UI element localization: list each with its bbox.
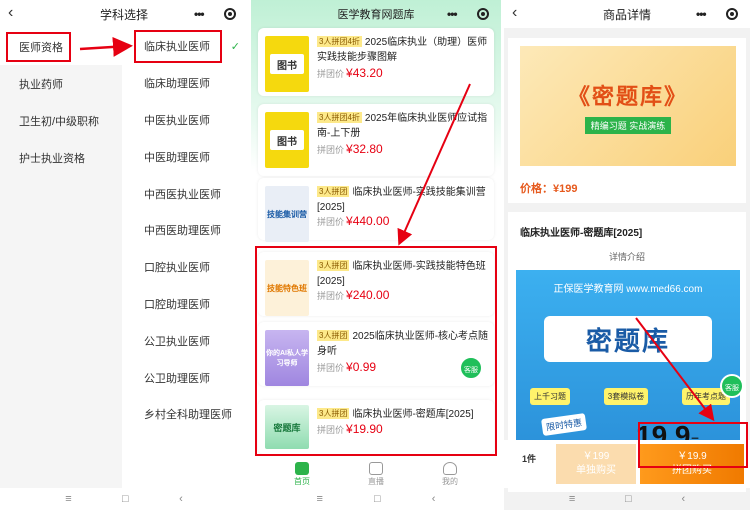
arrow xyxy=(79,36,133,57)
annotation-arrows xyxy=(79,36,715,422)
arrow xyxy=(635,317,715,422)
arrow xyxy=(397,83,471,246)
